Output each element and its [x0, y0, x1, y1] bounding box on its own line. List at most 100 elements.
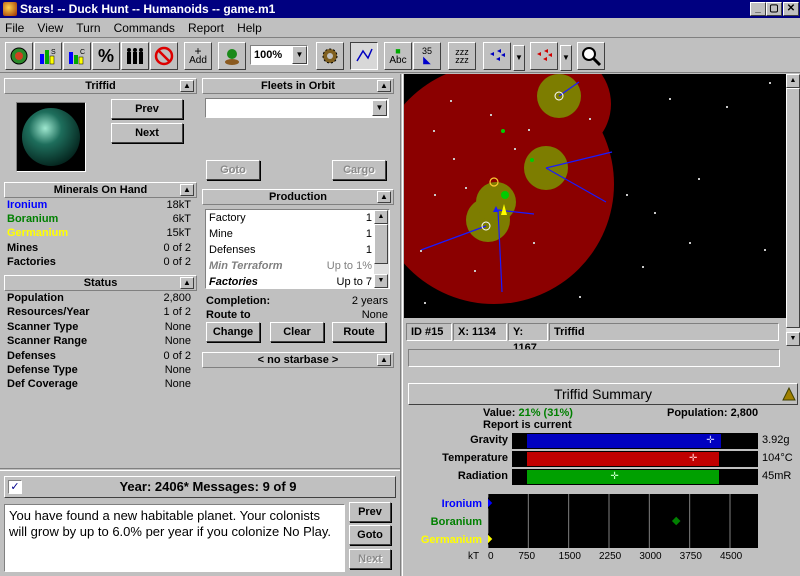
menu-file[interactable]: File [0, 18, 29, 36]
fleet-select-dropdown[interactable]: ▼ [372, 100, 387, 116]
menu-commands[interactable]: Commands [109, 18, 180, 36]
status-value: None [164, 321, 191, 333]
scroll-down-button[interactable]: ▼ [374, 274, 388, 288]
idle-fleets-button[interactable]: zzz zzz [448, 42, 476, 70]
axis-tick-label: 0 [488, 551, 494, 562]
prev-planet-button[interactable]: Prev [111, 99, 183, 119]
mineral-concentration-icon: C [69, 49, 85, 65]
fleets-title: Fleets in Orbit [261, 80, 335, 92]
percent-icon: % [97, 45, 114, 66]
menu-view[interactable]: View [32, 18, 68, 36]
collapse-button[interactable]: ▲ [180, 184, 194, 196]
collapse-button[interactable]: ▲ [377, 191, 391, 203]
gravity-reading: 3.92g [762, 434, 790, 446]
status-label: Scanner Type [7, 321, 79, 333]
production-item[interactable]: Min Terraform Up to 1% [209, 260, 372, 274]
zoom-dropdown-button[interactable]: ▼ [292, 46, 307, 64]
goto-button[interactable]: Goto [206, 160, 260, 180]
mineral-marker-boranium [670, 515, 682, 527]
close-button[interactable]: ✕ [783, 2, 799, 16]
hab-range [526, 470, 719, 484]
scroll-down-button[interactable]: ▼ [786, 332, 800, 346]
production-item[interactable]: Factory 1 [209, 212, 372, 226]
minimize-button[interactable]: _ [750, 2, 766, 16]
message-text: You have found a new habitable planet. Y… [4, 504, 345, 572]
mineral-concentration-button[interactable]: C [63, 42, 91, 70]
planet-view-icon [10, 47, 28, 65]
fleet-paths-button[interactable] [350, 42, 378, 70]
normal-view-button[interactable] [5, 42, 33, 70]
toolbar: S C % + Add 100% ▼ ■ Abc 35 ◣ zzz zzz ▼ ▼ [0, 39, 800, 73]
scroll-up-button[interactable]: ▲ [786, 74, 800, 88]
starbase-panel: < no starbase > ▲ [202, 352, 394, 368]
title-bar: Stars! -- Duck Hunt -- Humanoids -- game… [0, 0, 800, 18]
menu-report[interactable]: Report [183, 18, 229, 36]
find-button[interactable] [577, 42, 605, 70]
collapse-button[interactable]: ▲ [377, 80, 391, 92]
collapse-button[interactable]: ▲ [180, 80, 194, 92]
menu-turn[interactable]: Turn [71, 18, 105, 36]
fleet-icon [490, 49, 505, 61]
add-waypoint-button[interactable]: + Add [184, 42, 212, 70]
scroll-thumb[interactable] [374, 224, 388, 264]
next-planet-button[interactable]: Next [111, 123, 183, 143]
planet-panel: Triffid ▲ Prev Next [4, 78, 197, 178]
enemy-fleets-button[interactable] [530, 42, 558, 70]
status-row: Population 2,800 [7, 292, 191, 306]
hab-marker-icon: ✛ [610, 471, 619, 482]
fleet-dropdown-button[interactable]: ▼ [513, 45, 525, 71]
star-map[interactable] [404, 74, 786, 318]
planet-label-button[interactable]: ■ Abc [384, 42, 412, 70]
message-filter-checkbox[interactable]: ✓ [8, 480, 22, 494]
clear-button[interactable]: Clear [270, 322, 324, 342]
svg-text:S: S [51, 49, 56, 56]
fleet-select[interactable] [205, 98, 389, 118]
mineral-row-boranium: Boranium 6kT [7, 213, 191, 227]
planet-names-button[interactable] [218, 42, 246, 70]
summary-collapse-button[interactable] [781, 386, 797, 402]
minerals-title: Minerals On Hand [53, 184, 148, 196]
no-info-button[interactable] [150, 42, 178, 70]
item-name: Factory [209, 212, 246, 224]
friendly-fleets-button[interactable] [483, 42, 511, 70]
object-id: ID #15 [406, 323, 452, 341]
mineral-label: Boranium [7, 213, 59, 225]
message-goto-button[interactable]: Goto [349, 525, 391, 545]
mineral-marker-ironium [482, 497, 494, 509]
collapse-button[interactable]: ▲ [377, 354, 391, 366]
percent-view-button[interactable]: % [92, 42, 120, 70]
status-value: 2,800 [163, 292, 191, 304]
route-button[interactable]: Route [332, 322, 386, 342]
enemy-dropdown-button[interactable]: ▼ [560, 45, 572, 71]
surface-minerals-button[interactable]: S [34, 42, 62, 70]
status-label: Scanner Range [7, 335, 88, 347]
production-queue[interactable]: Factory 1 Mine 1 Defenses 1 Min Terraform Up… [205, 209, 390, 289]
message-next-button[interactable]: Next [349, 549, 391, 569]
app-icon[interactable] [3, 2, 17, 16]
status-value: 1 of 2 [163, 306, 191, 318]
cargo-button[interactable]: Cargo [332, 160, 386, 180]
report-status: Report is current [483, 419, 572, 431]
scroll-thumb[interactable] [786, 88, 800, 328]
production-item[interactable]: Mine 1 [209, 228, 372, 242]
magnifier-icon [582, 47, 602, 67]
status-row: Defenses 0 of 2 [7, 350, 191, 364]
horizontal-splitter[interactable] [0, 468, 400, 471]
production-item[interactable]: Defenses 1 [209, 244, 372, 258]
star-map-canvas[interactable] [404, 74, 786, 318]
production-panel: Production ▲ Factory 1 Mine 1 Defenses 1 Min… [202, 189, 394, 345]
map-scrollbar[interactable]: ▲ ▼ [786, 74, 800, 346]
scroll-up-button[interactable]: ▲ [374, 210, 388, 224]
starbase-label: < no starbase > ▲ [202, 352, 394, 368]
waypoints-button[interactable]: 35 ◣ [413, 42, 441, 70]
change-button[interactable]: Change [206, 322, 260, 342]
settings-button[interactable] [316, 42, 344, 70]
production-item[interactable]: Factories Up to 7 [209, 276, 372, 290]
menu-help[interactable]: Help [232, 18, 267, 36]
restore-button[interactable]: ▢ [766, 2, 782, 16]
population-view-button[interactable] [121, 42, 149, 70]
checkmark-icon: ✓ [10, 481, 20, 493]
collapse-button[interactable]: ▲ [180, 277, 194, 289]
message-prev-button[interactable]: Prev [349, 502, 391, 522]
production-scrollbar[interactable]: ▲ ▼ [374, 210, 389, 288]
